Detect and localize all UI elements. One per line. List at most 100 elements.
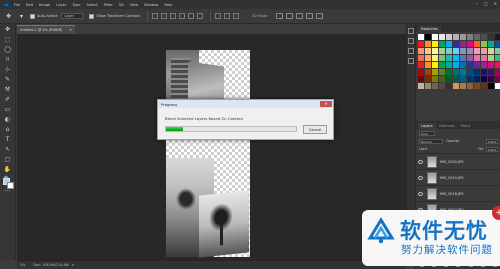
color-swatch[interactable] [495,83,500,89]
color-swatch[interactable] [425,48,431,54]
color-swatch[interactable] [418,83,424,89]
layer-filter-dropdown[interactable]: Kind [419,130,435,136]
menu-layer[interactable]: Layer [56,3,66,7]
zoom-level[interactable]: 5% [20,263,25,267]
hand-tool-icon[interactable]: ✋ [3,166,13,174]
libraries-icon[interactable] [408,58,414,64]
eyedropper-tool-icon[interactable]: ✎ [3,76,13,84]
menu-select[interactable]: Select [87,3,98,7]
tab-swatches[interactable]: Swatches [418,26,441,32]
color-swatch[interactable] [453,55,459,61]
color-swatch[interactable] [460,62,466,68]
tab-paths[interactable]: Paths [458,123,474,129]
color-swatch[interactable] [425,34,431,40]
color-swatch[interactable] [432,62,438,68]
color-swatch[interactable] [474,76,480,82]
color-swatch[interactable] [418,62,424,68]
color-swatch[interactable] [467,41,473,47]
color-swatch[interactable] [446,76,452,82]
maximize-button[interactable]: □ [484,1,488,6]
color-swatch[interactable] [488,48,494,54]
marquee-tool-icon[interactable]: ⬚ [3,36,13,44]
color-swatch[interactable] [495,55,500,61]
color-swatch[interactable] [425,83,431,89]
move-tool-icon[interactable]: ✥ [3,26,13,34]
fill-field[interactable]: 100% [486,146,498,152]
color-swatch[interactable] [453,69,459,75]
color-swatch[interactable] [467,76,473,82]
move-tool-icon[interactable]: ✥ [4,12,13,20]
color-swatch[interactable] [439,34,445,40]
color-swatch[interactable] [460,76,466,82]
menu-image[interactable]: Image [39,3,50,7]
color-swatch[interactable] [460,34,466,40]
color-swatch[interactable] [481,55,487,61]
properties-icon[interactable] [408,38,414,44]
color-swatch[interactable] [453,76,459,82]
color-swatch[interactable] [488,55,494,61]
history-icon[interactable] [408,28,414,34]
menu-window[interactable]: Window [144,3,158,7]
color-swatch[interactable] [495,48,500,54]
opacity-field[interactable]: 100% [486,138,498,144]
color-swatch[interactable] [425,62,431,68]
color-swatch[interactable] [453,83,459,89]
adjustments-icon[interactable] [408,48,414,54]
color-swatch[interactable] [425,76,431,82]
color-swatch[interactable] [432,48,438,54]
color-swatch[interactable] [495,69,500,75]
color-swatch[interactable] [446,34,452,40]
color-swatch[interactable] [446,41,452,47]
close-window-button[interactable]: ✕ [494,1,497,6]
color-swatch[interactable] [481,34,487,40]
color-swatch[interactable] [481,83,487,89]
3d-rotate-icon[interactable] [276,13,284,19]
color-swatch[interactable] [439,55,445,61]
layer-row[interactable]: IMG_0018.JPG [416,185,500,201]
color-swatch[interactable] [474,55,480,61]
color-swatch[interactable] [460,48,466,54]
color-swatch[interactable] [439,48,445,54]
color-swatch[interactable] [481,69,487,75]
auto-select-dropdown[interactable]: Layer [61,13,84,19]
color-swatch[interactable] [488,62,494,68]
align-left-icon[interactable] [179,13,185,19]
color-swatch[interactable] [474,34,480,40]
menu-edit[interactable]: Edit [26,3,33,7]
distribute-icon[interactable] [233,13,239,19]
color-swatch[interactable] [460,55,466,61]
floating-plus-button[interactable]: + [492,206,500,220]
tab-channels[interactable]: Channels [436,123,458,129]
auto-select-checkbox[interactable] [30,13,35,19]
minimize-button[interactable]: – [476,1,478,6]
color-swatch[interactable] [439,69,445,75]
color-swatch[interactable] [432,55,438,61]
color-swatch[interactable] [425,69,431,75]
tool-preset-dropdown-icon[interactable]: ▾ [17,12,26,20]
path-select-tool-icon[interactable]: ↖ [3,146,13,154]
color-swatch[interactable] [418,41,424,47]
lasso-tool-icon[interactable]: ◯ [3,46,13,54]
document-canvas[interactable] [166,50,250,258]
menu-view[interactable]: View [130,3,139,7]
menu-3d[interactable]: 3D [119,3,124,7]
color-swatch[interactable] [425,41,431,47]
color-swatch[interactable] [488,34,494,40]
menu-type[interactable]: Type [72,3,80,7]
3d-slide-icon[interactable] [306,13,314,19]
distribute-icon[interactable] [215,13,221,19]
pen-tool-icon[interactable]: ⌂ [3,126,13,134]
color-swatch[interactable] [453,48,459,54]
color-swatch[interactable] [418,34,424,40]
dialog-close-button[interactable]: ✕ [320,101,332,107]
color-swatch[interactable] [418,69,424,75]
color-swatch[interactable] [495,62,500,68]
background-color-swatch[interactable] [7,182,14,189]
color-swatch[interactable] [439,62,445,68]
color-swatch[interactable] [474,69,480,75]
color-swatch[interactable] [495,34,500,40]
cancel-button[interactable]: Cancel [303,125,327,134]
color-swatch[interactable] [488,69,494,75]
color-swatch[interactable] [481,76,487,82]
color-swatch[interactable] [439,83,445,89]
